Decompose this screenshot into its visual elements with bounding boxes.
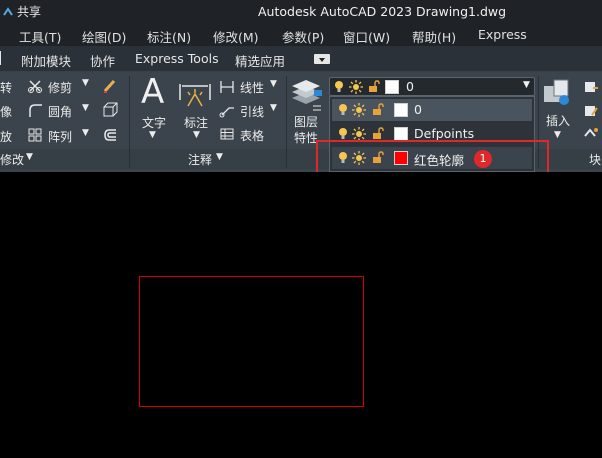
sun-thaw-icon[interactable] bbox=[352, 127, 366, 141]
unlock-icon[interactable] bbox=[372, 127, 384, 140]
copy-3d-icon[interactable] bbox=[101, 101, 119, 119]
table-icon[interactable] bbox=[219, 126, 235, 142]
layer-combo[interactable]: 0 ▼ bbox=[329, 77, 535, 96]
bulb-on-icon[interactable] bbox=[334, 80, 344, 93]
panel-divider bbox=[129, 76, 130, 168]
dimension-icon[interactable] bbox=[178, 80, 212, 110]
array-label[interactable]: 阵列 bbox=[48, 128, 72, 145]
menu-parametric[interactable]: 参数(P) bbox=[282, 27, 324, 46]
leader-dropdown-icon[interactable]: ▼ bbox=[270, 103, 277, 113]
trim-icon[interactable] bbox=[27, 78, 43, 94]
array-icon[interactable] bbox=[27, 127, 43, 143]
leader-icon[interactable] bbox=[219, 102, 235, 118]
block-panel-title[interactable]: 块 bbox=[589, 151, 601, 168]
table-label[interactable]: 表格 bbox=[240, 127, 264, 144]
create-block-icon[interactable] bbox=[583, 80, 599, 94]
tab-addins[interactable]: 附加模块 bbox=[21, 51, 71, 70]
share-button[interactable]: 共享 bbox=[2, 3, 41, 20]
bulb-on-icon[interactable] bbox=[338, 103, 348, 116]
menu-bar: 工具(T) 绘图(D) 标注(N) 修改(M) 参数(P) 窗口(W) 帮助(H… bbox=[0, 24, 602, 46]
panel-divider bbox=[286, 76, 287, 168]
combo-dropdown-icon[interactable]: ▼ bbox=[523, 80, 530, 90]
layer-state-icon[interactable] bbox=[312, 103, 322, 113]
erase-icon[interactable] bbox=[101, 77, 119, 95]
tab-collaborate[interactable]: 协作 bbox=[90, 51, 115, 70]
modify-panel-expand-icon[interactable]: ▼ bbox=[26, 152, 33, 162]
menu-window[interactable]: 窗口(W) bbox=[343, 27, 390, 46]
dimension-tool-label[interactable]: 标注 bbox=[184, 114, 208, 131]
linear-label[interactable]: 线性 bbox=[240, 79, 264, 96]
sun-thaw-icon[interactable] bbox=[349, 80, 363, 94]
dimension-dropdown-icon[interactable]: ▼ bbox=[193, 130, 200, 140]
title-bar: 共享 Autodesk AutoCAD 2023 Drawing1.dwg bbox=[0, 0, 602, 24]
share-icon bbox=[3, 6, 13, 16]
layer-row-0[interactable]: 0 bbox=[332, 99, 532, 121]
ribbon-minimize-button[interactable] bbox=[314, 54, 330, 64]
trim-dropdown-icon[interactable]: ▼ bbox=[82, 78, 89, 88]
tab-express-tools[interactable]: Express Tools bbox=[135, 51, 219, 66]
annotate-panel-title[interactable]: 注释 bbox=[188, 151, 212, 168]
triangle-down-icon bbox=[319, 58, 325, 62]
layer-name: 0 bbox=[414, 102, 422, 117]
menu-tools[interactable]: 工具(T) bbox=[19, 27, 61, 46]
linear-dropdown-icon[interactable]: ▼ bbox=[270, 79, 277, 89]
layer-properties-label-line2[interactable]: 特性 bbox=[294, 129, 318, 146]
menu-modify[interactable]: 修改(M) bbox=[213, 27, 259, 46]
insert-label[interactable]: 插入 bbox=[546, 112, 570, 129]
unlock-icon[interactable] bbox=[368, 80, 380, 93]
trim-label[interactable]: 修剪 bbox=[48, 79, 72, 96]
scale-label-fragment[interactable]: 像 bbox=[0, 103, 12, 120]
stretch-label-fragment[interactable]: 放 bbox=[0, 128, 12, 145]
layer-color-swatch[interactable] bbox=[394, 103, 408, 117]
menu-express[interactable]: Express bbox=[478, 27, 527, 42]
red-rectangle-outline[interactable] bbox=[139, 276, 364, 407]
linear-dim-icon[interactable] bbox=[219, 79, 235, 95]
ribbon-tabs: 附加模块 协作 Express Tools 精选应用 bbox=[0, 46, 602, 72]
layer-properties-label-line1[interactable]: 图层 bbox=[294, 113, 318, 130]
menu-dimension[interactable]: 标注(N) bbox=[147, 27, 191, 46]
unlock-icon[interactable] bbox=[372, 103, 384, 116]
step-badge: 1 bbox=[474, 150, 492, 168]
block-attribute-icon[interactable] bbox=[583, 126, 599, 140]
rotate-label[interactable]: 转 bbox=[0, 79, 12, 96]
insert-dropdown-icon[interactable]: ▼ bbox=[554, 130, 561, 140]
bulb-on-icon[interactable] bbox=[338, 127, 348, 140]
insert-block-icon[interactable] bbox=[542, 78, 572, 108]
leader-label[interactable]: 引线 bbox=[240, 103, 264, 120]
annotate-panel-expand-icon[interactable]: ▼ bbox=[216, 152, 223, 162]
modify-panel-title[interactable]: 修改 bbox=[0, 151, 24, 168]
current-layer-name: 0 bbox=[406, 79, 414, 94]
text-dropdown-icon[interactable]: ▼ bbox=[149, 130, 156, 140]
tab-featured-apps[interactable]: 精选应用 bbox=[235, 51, 285, 70]
fillet-dropdown-icon[interactable]: ▼ bbox=[82, 103, 89, 113]
window-title: Autodesk AutoCAD 2023 Drawing1.dwg bbox=[258, 4, 507, 19]
fillet-icon[interactable] bbox=[27, 102, 43, 118]
text-tool-icon[interactable]: A bbox=[141, 74, 167, 110]
edit-block-icon[interactable] bbox=[583, 104, 599, 118]
layer-color-swatch[interactable] bbox=[394, 127, 408, 141]
menu-draw[interactable]: 绘图(D) bbox=[82, 27, 126, 46]
fillet-label[interactable]: 圆角 bbox=[48, 103, 72, 120]
tab-edge-marker bbox=[0, 51, 1, 65]
array-dropdown-icon[interactable]: ▼ bbox=[82, 128, 89, 138]
sun-thaw-icon[interactable] bbox=[352, 103, 366, 117]
offset-icon[interactable] bbox=[101, 126, 119, 144]
menu-help[interactable]: 帮助(H) bbox=[412, 27, 456, 46]
layer-name: Defpoints bbox=[414, 126, 475, 141]
text-tool-label[interactable]: 文字 bbox=[142, 114, 166, 131]
layer-color-swatch[interactable] bbox=[385, 79, 399, 94]
share-label: 共享 bbox=[17, 5, 42, 19]
